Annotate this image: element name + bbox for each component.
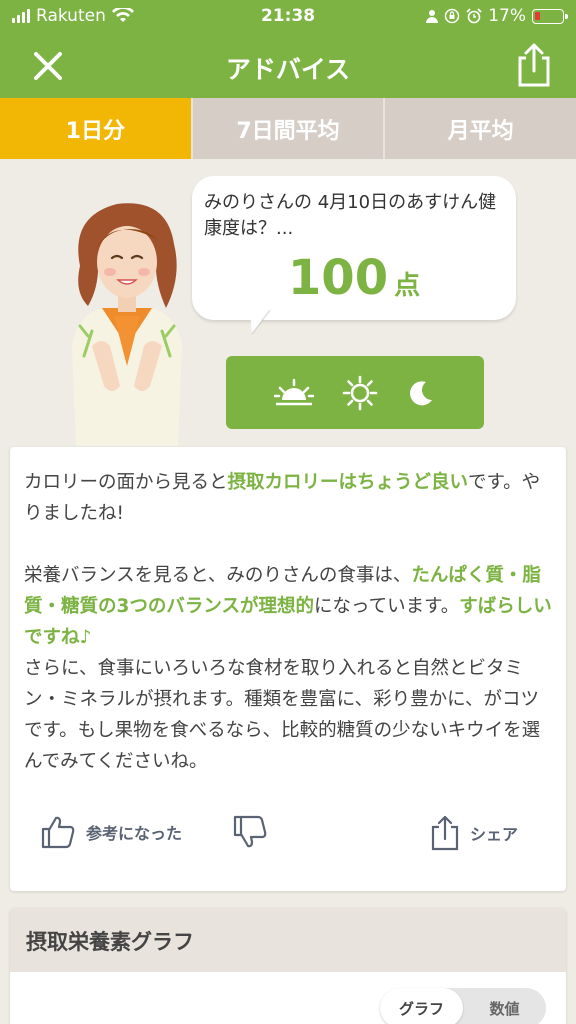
- advice-card: カロリーの面から見ると摂取カロリーはちょうど良いです。やりましたね! 栄養バラン…: [10, 447, 566, 891]
- advice-p1-text: カロリーの面から見ると: [24, 472, 228, 493]
- battery-icon: [532, 8, 568, 24]
- nav-header: アドバイス: [0, 32, 576, 98]
- health-score: 100 点: [192, 250, 516, 306]
- nutrient-graph-card: 摂取栄養素グラフ グラフ 数値: [10, 908, 566, 1024]
- graph-title: 摂取栄養素グラフ: [10, 908, 566, 972]
- graph-view-toggle: グラフ 数値: [380, 988, 546, 1024]
- helpful-button[interactable]: 参考になった: [40, 815, 182, 849]
- period-tabs: 1日分 7日間平均 月平均: [0, 98, 576, 159]
- score-question: みのりさんの 4月10日のあすけん健康度は？...: [204, 192, 497, 239]
- page-title: アドバイス: [225, 55, 351, 84]
- tab-monthly-average[interactable]: 月平均: [383, 98, 576, 159]
- thumbs-up-icon: [41, 816, 75, 849]
- share-advice-button[interactable]: シェア: [430, 815, 518, 851]
- share-icon[interactable]: [514, 42, 554, 88]
- not-helpful-button[interactable]: [232, 815, 268, 849]
- moon-icon[interactable]: [406, 378, 436, 408]
- score-value: 100: [287, 250, 389, 306]
- advice-text: カロリーの面から見ると摂取カロリーはちょうど良いです。やりましたね! 栄養バラン…: [24, 467, 552, 777]
- tab-1day[interactable]: 1日分: [0, 98, 191, 159]
- app-header-bar: Rakuten 21:38 17% アドバイス: [0, 0, 576, 98]
- alarm-icon: [466, 8, 482, 24]
- thumbs-down-icon: [233, 815, 267, 848]
- toggle-values[interactable]: 数値: [463, 988, 546, 1024]
- advice-p2-text: 栄養バランスを見ると、みのりさんの食事は、: [24, 565, 412, 586]
- score-bubble: みのりさんの 4月10日のあすけん健康度は？... 100 点: [192, 176, 516, 320]
- status-bar: Rakuten 21:38 17%: [0, 0, 576, 32]
- share-label: シェア: [470, 825, 519, 844]
- battery-percent: 17%: [488, 6, 526, 26]
- share-icon: [431, 815, 459, 851]
- lock-rotation-icon: [444, 8, 460, 24]
- advice-p1-highlight: 摂取カロリーはちょうど良い: [227, 472, 469, 493]
- feedback-actions: 参考になった シェア: [10, 815, 566, 859]
- bubble-tail: [250, 310, 271, 335]
- meal-time-selector: [226, 356, 484, 429]
- tab-7day-average[interactable]: 7日間平均: [190, 98, 384, 159]
- sun-icon[interactable]: [342, 375, 378, 411]
- advice-p2-tail: になっています。: [314, 596, 460, 617]
- advice-p3: さらに、食事にいろいろな食材を取り入れると自然とビタミン・ミネラルが摂れます。種…: [24, 658, 541, 772]
- helpful-label: 参考になった: [86, 824, 183, 843]
- person-icon: [426, 10, 439, 23]
- sunrise-icon[interactable]: [274, 378, 314, 408]
- toggle-graph[interactable]: グラフ: [380, 988, 463, 1024]
- score-unit: 点: [394, 271, 421, 301]
- advisor-avatar: [72, 203, 182, 446]
